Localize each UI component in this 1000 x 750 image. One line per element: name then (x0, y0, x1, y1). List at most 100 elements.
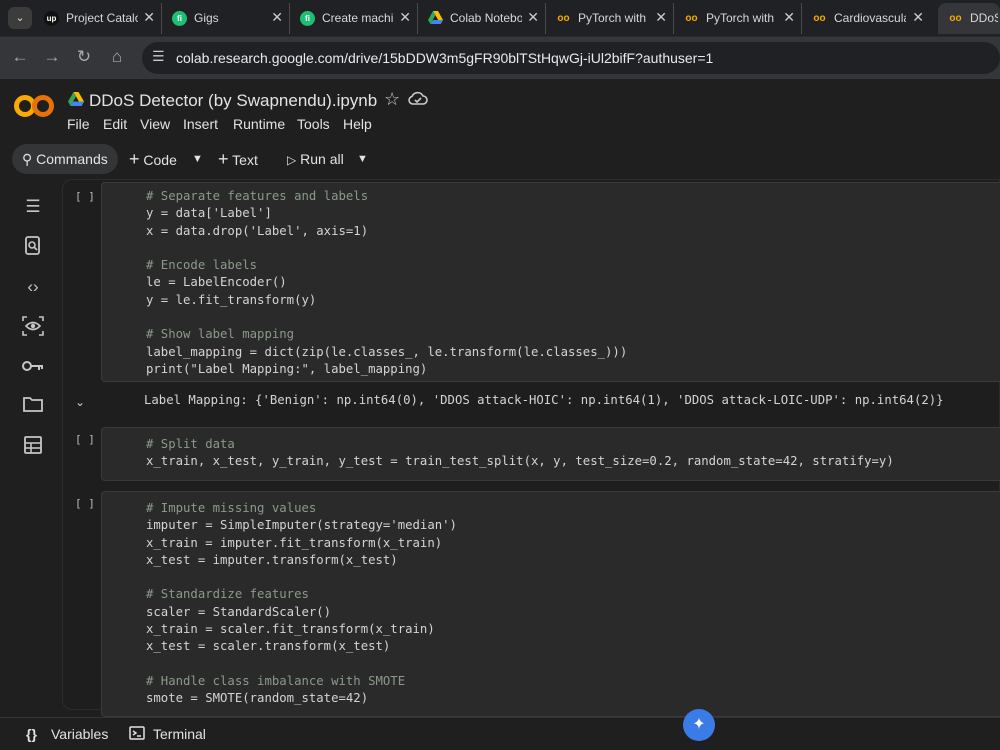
code-editor[interactable]: # Separate features and labels y = data['… (101, 182, 1000, 382)
code-dropdown-chevron-icon[interactable]: ▼ (192, 144, 203, 174)
terminal-icon[interactable] (129, 726, 145, 743)
play-icon: ▷ (287, 153, 297, 167)
code-editor[interactable]: # Split data x_train, x_test, y_train, y_… (101, 427, 1000, 481)
cell-output: Label Mapping: {'Benign': np.int64(0), '… (144, 393, 944, 407)
code-text[interactable]: # Split data x_train, x_test, y_train, y_… (146, 436, 894, 471)
site-info-icon[interactable]: ☰ (152, 48, 165, 65)
code-label: Code (143, 152, 177, 168)
menu-insert[interactable]: Insert (183, 116, 218, 132)
close-tab-icon[interactable]: ✕ (527, 9, 539, 26)
table-of-contents-icon[interactable]: ☰ (22, 196, 44, 218)
code-line: x_train = scaler.fit_transform(x_train) (146, 622, 435, 637)
tab-title: PyTorch with (578, 11, 647, 25)
secrets-eye-icon[interactable] (22, 316, 44, 338)
notebook-toolbar: ⚲ Commands + Code ▼ + Text ▷ Run all ▼ (0, 141, 1000, 177)
back-arrow-icon[interactable]: ← (9, 47, 31, 67)
colab-icon: oo (685, 13, 698, 24)
menu-view[interactable]: View (140, 116, 170, 132)
code-cell-1[interactable]: [ ] # Split data x_train, x_test, y_train… (63, 423, 1000, 485)
browser-tab-1[interactable]: fi Gigs ✕ (162, 3, 290, 34)
menu-runtime[interactable]: Runtime (233, 116, 285, 132)
code-line: x_test = imputer.transform(x_test) (146, 552, 398, 567)
code-snippets-icon[interactable]: ‹› (22, 276, 44, 298)
code-cell-0[interactable]: [ ] # Separate features and labels y = da… (63, 180, 1000, 420)
close-tab-icon[interactable]: ✕ (783, 9, 795, 26)
browser-tab-active[interactable]: oo DDoS (938, 3, 1000, 34)
terminal-button[interactable]: Terminal (153, 726, 206, 742)
drive-icon[interactable] (68, 92, 84, 106)
run-cell-button[interactable]: [ ] (75, 190, 95, 203)
plus-icon: + (218, 149, 229, 169)
left-sidebar: ☰ ‹› (0, 177, 62, 717)
run-cell-button[interactable]: [ ] (75, 497, 95, 510)
code-text[interactable]: # Impute missing values imputer = SimpleI… (146, 500, 457, 708)
star-icon[interactable]: ☆ (384, 89, 400, 110)
code-editor[interactable]: # Impute missing values imputer = SimpleI… (101, 491, 1000, 717)
fiverr-icon: fi (172, 11, 187, 26)
browser-tab-2[interactable]: fi Create machine ✕ (290, 3, 418, 34)
table-icon[interactable] (22, 436, 44, 458)
tab-title: DDoS (970, 11, 998, 25)
code-line: x = data.drop('Label', axis=1) (146, 223, 369, 238)
variables-button[interactable]: Variables (51, 726, 108, 742)
code-line: scaler = StandardScaler() (146, 604, 332, 619)
tab-title: Colab Notebooks (450, 11, 522, 25)
code-line: # Show label mapping (146, 327, 295, 342)
colab-icon: oo (557, 13, 570, 24)
add-text-button[interactable]: + Text (218, 144, 258, 174)
home-icon[interactable]: ⌂ (106, 47, 128, 67)
cloud-saved-icon[interactable] (408, 91, 428, 105)
menu-tools[interactable]: Tools (297, 116, 330, 132)
code-line: smote = SMOTE(random_state=42) (146, 691, 369, 706)
commands-button[interactable]: ⚲ Commands (12, 144, 118, 174)
run-cell-button[interactable]: [ ] (75, 433, 95, 446)
code-line: y = le.fit_transform(y) (146, 292, 317, 307)
plus-icon: + (129, 149, 140, 169)
find-replace-icon[interactable] (22, 236, 44, 258)
menu-file[interactable]: File (67, 116, 90, 132)
browser-tab-3[interactable]: Colab Notebooks ✕ (418, 3, 546, 34)
code-line: # Encode labels (146, 258, 258, 273)
browser-tab-0[interactable]: up Project Catalog ✕ (34, 3, 162, 34)
url-field[interactable]: ☰ colab.research.google.com/drive/15bDDW… (142, 42, 1000, 74)
fiverr-icon: fi (300, 11, 315, 26)
code-text[interactable]: # Separate features and labels y = data['… (146, 188, 627, 378)
notebook-area: [ ] # Separate features and labels y = da… (62, 179, 1000, 717)
commands-label: Commands (36, 151, 108, 167)
browser-tab-6[interactable]: oo Cardiovascular ✕ (802, 3, 930, 34)
address-bar-row: ← → ↻ ⌂ ☰ colab.research.google.com/driv… (0, 37, 1000, 79)
folder-icon[interactable] (22, 396, 44, 418)
run-all-button[interactable]: ▷ Run all (287, 144, 344, 174)
tab-title: Project Catalog (66, 11, 138, 25)
browser-tab-4[interactable]: oo PyTorch with ✕ (546, 3, 674, 34)
close-tab-icon[interactable]: ✕ (143, 9, 155, 26)
notebook-title[interactable]: DDoS Detector (by Swapnendu).ipynb (89, 91, 377, 111)
tab-search-chevron-icon[interactable]: ⌄ (8, 7, 32, 29)
colab-icon: oo (949, 13, 962, 24)
variables-braces-icon[interactable]: {} (26, 726, 37, 742)
colab-logo-icon[interactable] (14, 92, 54, 120)
close-tab-icon[interactable]: ✕ (655, 9, 667, 26)
code-line: # Standardize features (146, 587, 309, 602)
close-tab-icon[interactable]: ✕ (912, 9, 924, 26)
reload-icon[interactable]: ↻ (73, 47, 95, 67)
add-code-button[interactable]: + Code (129, 144, 177, 174)
close-tab-icon[interactable]: ✕ (399, 9, 411, 26)
code-line: x_train, x_test, y_train, y_test = train… (146, 454, 894, 469)
collapse-output-chevron-icon[interactable]: ⌄ (75, 395, 85, 409)
tab-title: Cardiovascular (834, 11, 906, 25)
run-all-dropdown-chevron-icon[interactable]: ▼ (357, 144, 368, 174)
close-tab-icon[interactable]: ✕ (271, 9, 283, 26)
browser-tab-5[interactable]: oo PyTorch with ✕ (674, 3, 802, 34)
menu-help[interactable]: Help (343, 116, 372, 132)
forward-arrow-icon[interactable]: → (41, 47, 63, 67)
menu-edit[interactable]: Edit (103, 116, 127, 132)
gemini-sparkle-icon[interactable]: ✦ (683, 709, 715, 741)
key-icon[interactable] (22, 356, 44, 378)
code-cell-2[interactable]: [ ] # Impute missing values imputer = Sim… (63, 487, 1000, 717)
search-icon: ⚲ (22, 151, 33, 167)
